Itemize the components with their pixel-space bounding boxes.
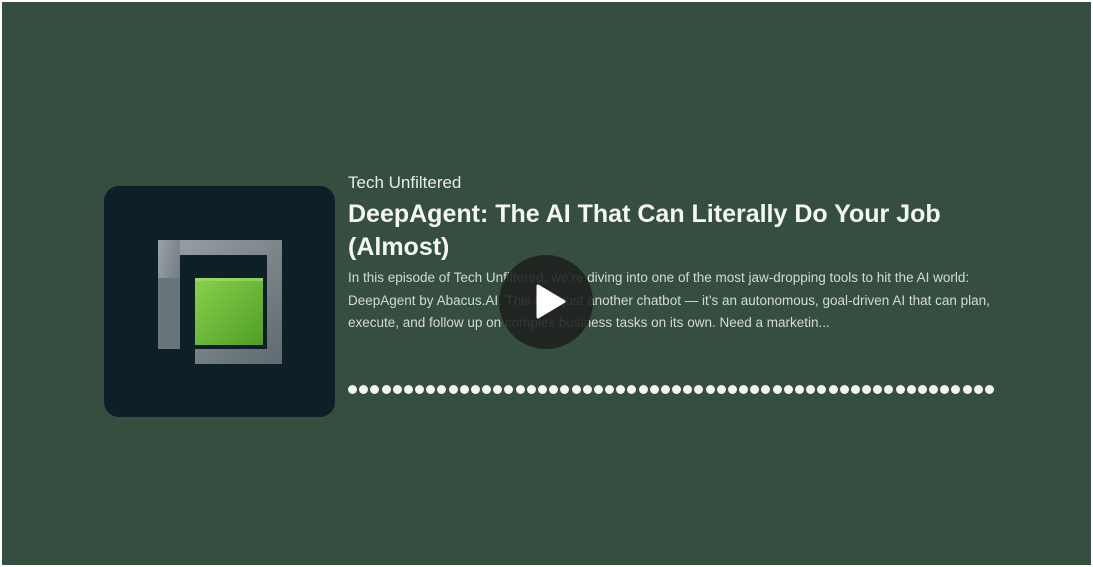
waveform-dot[interactable] xyxy=(940,385,950,394)
waveform-dot[interactable] xyxy=(873,385,883,394)
waveform-dot[interactable] xyxy=(929,385,939,394)
waveform-dot[interactable] xyxy=(359,385,369,394)
waveform-dot[interactable] xyxy=(839,385,849,394)
show-name: Tech Unfiltered xyxy=(348,173,462,192)
waveform-dot[interactable] xyxy=(459,385,469,394)
waveform-dot[interactable] xyxy=(470,385,480,394)
waveform-dot[interactable] xyxy=(638,385,648,394)
waveform-dot[interactable] xyxy=(951,385,961,394)
waveform-dot[interactable] xyxy=(716,385,726,394)
episode-description: In this episode of Tech Unfiltered, we’r… xyxy=(348,270,990,330)
waveform-dot[interactable] xyxy=(694,385,704,394)
waveform-dot[interactable] xyxy=(426,385,436,394)
podcast-player: Tech Unfiltered DeepAgent: The AI That C… xyxy=(2,2,1091,565)
waveform-dot[interactable] xyxy=(660,385,670,394)
waveform-progress-bar[interactable] xyxy=(348,385,994,395)
waveform-dot[interactable] xyxy=(348,385,357,394)
waveform-dot[interactable] xyxy=(985,385,994,394)
waveform-dot[interactable] xyxy=(783,385,793,394)
play-button[interactable] xyxy=(499,255,593,349)
waveform-dot[interactable] xyxy=(828,385,838,394)
waveform-dot[interactable] xyxy=(560,385,570,394)
waveform-dot[interactable] xyxy=(504,385,514,394)
waveform-dot[interactable] xyxy=(862,385,872,394)
play-icon xyxy=(536,284,566,319)
episode-title[interactable]: DeepAgent: The AI That Can Literally Do … xyxy=(348,198,998,264)
waveform-dot[interactable] xyxy=(549,385,559,394)
waveform-dot[interactable] xyxy=(415,385,425,394)
waveform-dot[interactable] xyxy=(727,385,737,394)
waveform-dot[interactable] xyxy=(739,385,749,394)
waveform-dot[interactable] xyxy=(448,385,458,394)
waveform-dot[interactable] xyxy=(962,385,972,394)
waveform-dot[interactable] xyxy=(850,385,860,394)
waveform-dot[interactable] xyxy=(806,385,816,394)
waveform-dot[interactable] xyxy=(515,385,525,394)
waveform-dot[interactable] xyxy=(493,385,503,394)
waveform-dot[interactable] xyxy=(761,385,771,394)
waveform-dot[interactable] xyxy=(672,385,682,394)
waveform-dot[interactable] xyxy=(370,385,380,394)
waveform-dot[interactable] xyxy=(683,385,693,394)
waveform-dot[interactable] xyxy=(582,385,592,394)
waveform-dot[interactable] xyxy=(616,385,626,394)
waveform-dot[interactable] xyxy=(526,385,536,394)
waveform-dot[interactable] xyxy=(973,385,983,394)
podcast-artwork xyxy=(104,186,335,417)
waveform-dot[interactable] xyxy=(906,385,916,394)
waveform-dot[interactable] xyxy=(593,385,603,394)
waveform-dot[interactable] xyxy=(437,385,447,394)
waveform-dot[interactable] xyxy=(750,385,760,394)
podcast-logo xyxy=(158,240,282,364)
waveform-dot[interactable] xyxy=(895,385,905,394)
waveform-dot[interactable] xyxy=(649,385,659,394)
waveform-dot[interactable] xyxy=(705,385,715,394)
waveform-dot[interactable] xyxy=(571,385,581,394)
waveform-dot[interactable] xyxy=(392,385,402,394)
waveform-dot[interactable] xyxy=(605,385,615,394)
waveform-dot[interactable] xyxy=(817,385,827,394)
waveform-dot[interactable] xyxy=(795,385,805,394)
waveform-dot[interactable] xyxy=(403,385,413,394)
waveform-dot[interactable] xyxy=(884,385,894,394)
waveform-dot[interactable] xyxy=(482,385,492,394)
waveform-dot[interactable] xyxy=(772,385,782,394)
waveform-dot[interactable] xyxy=(537,385,547,394)
waveform-dot[interactable] xyxy=(381,385,391,394)
waveform-dot[interactable] xyxy=(627,385,637,394)
waveform-dot[interactable] xyxy=(917,385,927,394)
